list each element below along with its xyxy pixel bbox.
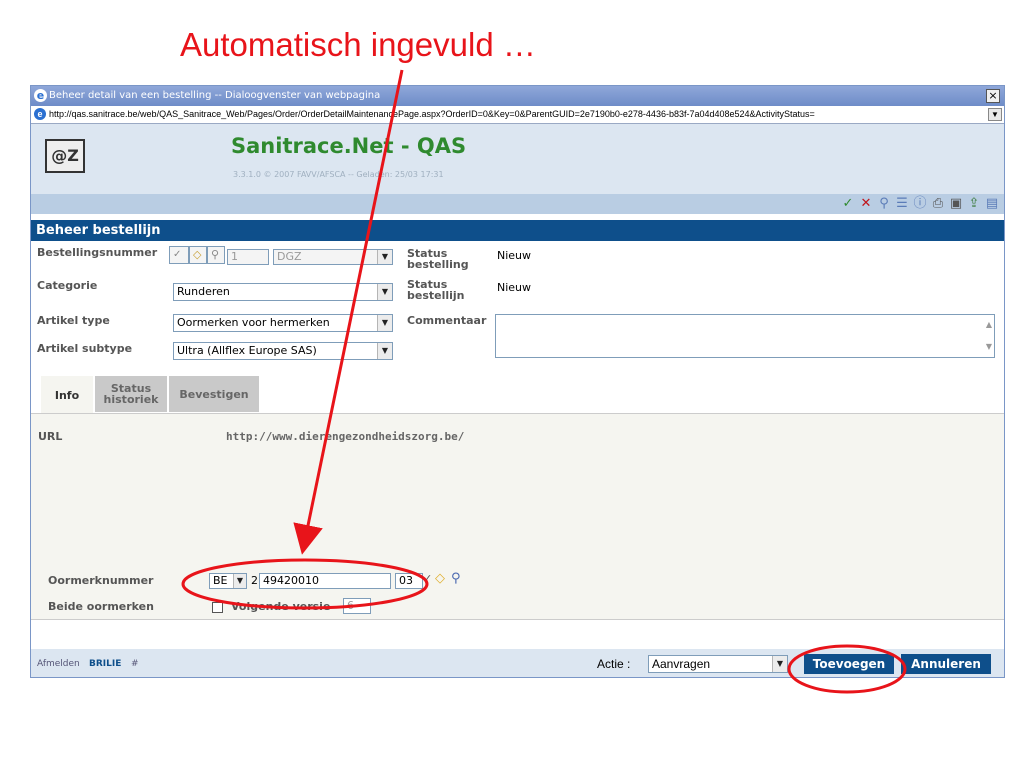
chevron-down-icon: ▼ <box>377 315 392 331</box>
user-name: BRILIE <box>89 659 122 669</box>
volgende-versie-input[interactable]: 6 <box>343 598 371 614</box>
volgende-versie-label: Volgende versie <box>231 600 331 613</box>
info-panel: URL http://www.dierengezondheidszorg.be/… <box>31 413 1004 620</box>
window-titlebar: e Beheer detail van een bestelling -- Di… <box>31 86 1004 106</box>
afmelden-link[interactable]: Afmelden <box>37 659 80 669</box>
tab-bevestigen[interactable]: Bevestigen <box>169 376 259 412</box>
chevron-down-icon: ▼ <box>233 574 246 588</box>
actie-label: Actie : <box>597 657 631 671</box>
footer-bar: Afmelden BRILIE # Actie : Aanvragen ▼ To… <box>31 649 1004 677</box>
beide-oormerken-label: Beide oormerken <box>48 600 154 613</box>
status-bestellijn-label: Status bestellijn <box>407 278 465 302</box>
oormerk-suffix-input[interactable]: 03 <box>395 573 423 589</box>
section-title: Beheer bestellijn <box>31 220 1004 241</box>
tab-status-historiek[interactable]: Status historiek <box>95 376 167 412</box>
country-value: BE <box>213 574 228 587</box>
url-link[interactable]: http://www.dierengezondheidszorg.be/ <box>226 430 464 443</box>
commentaar-textarea[interactable]: ▲ ▼ <box>495 314 995 358</box>
dialog-window: e Beheer detail van een bestelling -- Di… <box>30 85 1005 678</box>
search-icon[interactable]: ⚲ <box>207 246 225 264</box>
status-bestelling-label: Status bestelling <box>407 247 469 271</box>
status-bestellijn-value: Nieuw <box>497 281 532 294</box>
close-button[interactable]: × <box>986 89 1000 103</box>
artikel-type-label: Artikel type <box>37 314 110 327</box>
oormerknummer-label: Oormerknummer <box>48 574 154 587</box>
status-bestelling-value: Nieuw <box>497 249 532 262</box>
actie-value: Aanvragen <box>652 657 711 671</box>
categorie-value: Runderen <box>177 285 230 298</box>
chevron-down-icon: ▼ <box>377 284 392 300</box>
print-icon[interactable]: ⎙ <box>930 196 946 212</box>
toolbar: ✓ ✕ ⚲ ☰ ⓘ ⎙ ▣ ⇪ ▤ <box>31 194 1004 214</box>
artikel-type-select[interactable]: Oormerken voor hermerken ▼ <box>173 314 393 332</box>
toevoegen-button[interactable]: Toevoegen <box>804 654 894 674</box>
artikel-subtype-value: Ultra (Allflex Europe SAS) <box>177 344 317 357</box>
artikel-type-value: Oormerken voor hermerken <box>177 316 330 329</box>
chevron-down-icon: ▼ <box>377 250 392 264</box>
artikel-subtype-label: Artikel subtype <box>37 342 133 355</box>
oormerk-number-input[interactable]: 49420010 <box>259 573 391 589</box>
app-title: Sanitrace.Net - QAS <box>231 134 467 158</box>
country-select[interactable]: BE ▼ <box>209 573 247 589</box>
commentaar-label: Commentaar <box>407 314 487 327</box>
app-logo: @Z <box>45 139 85 173</box>
address-bar[interactable]: e http://qas.sanitrace.be/web/QAS_Sanitr… <box>31 106 1004 124</box>
annuleren-button[interactable]: Annuleren <box>901 654 991 674</box>
export-icon[interactable]: ⇪ <box>966 196 982 212</box>
info-icon[interactable]: ⓘ <box>912 196 928 212</box>
list-icon[interactable]: ☰ <box>894 196 910 212</box>
tab-bar: Info Status historiek Bevestigen <box>41 376 259 414</box>
save-icon[interactable]: ▣ <box>948 196 964 212</box>
search-icon[interactable]: ⚲ <box>451 571 461 586</box>
categorie-label: Categorie <box>37 279 98 292</box>
search-icon[interactable]: ⚲ <box>876 196 892 212</box>
app-banner: @Z Sanitrace.Net - QAS 3.3.1.0 © 2007 FA… <box>31 124 1004 194</box>
actie-select[interactable]: Aanvragen ▼ <box>648 655 788 673</box>
url-label: URL <box>38 430 63 443</box>
artikel-subtype-select[interactable]: Ultra (Allflex Europe SAS) ▼ <box>173 342 393 360</box>
tab-info[interactable]: Info <box>41 376 93 414</box>
chevron-down-icon: ▼ <box>772 656 787 672</box>
hash-link[interactable]: # <box>131 659 139 669</box>
cross-icon[interactable]: ✕ <box>858 196 874 212</box>
page-icon: e <box>34 108 46 120</box>
check-digit: 2 <box>251 574 258 587</box>
window-title: Beheer detail van een bestelling -- Dial… <box>49 90 381 101</box>
bestellingsnummer-label: Bestellingsnummer <box>37 246 158 259</box>
slide: Automatisch ingevuld … e Beheer detail v… <box>0 0 1024 768</box>
scroll-down-icon[interactable]: ▼ <box>986 339 992 355</box>
app-subtitle: 3.3.1.0 © 2007 FAVV/AFSCA -- Geladen: 25… <box>233 170 444 179</box>
scroll-up-icon[interactable]: ▲ <box>986 317 992 333</box>
bestelling-type-select[interactable]: DGZ ▼ <box>273 249 393 265</box>
check-icon[interactable]: ✓ <box>169 246 189 264</box>
chevron-down-icon: ▼ <box>377 343 392 359</box>
annotation-headline: Automatisch ingevuld … <box>180 26 536 63</box>
beide-oormerken-checkbox[interactable] <box>212 602 223 613</box>
bestellingsnummer-input[interactable]: 1 <box>227 249 269 265</box>
url-text: http://qas.sanitrace.be/web/QAS_Sanitrac… <box>49 109 815 119</box>
categorie-select[interactable]: Runderen ▼ <box>173 283 393 301</box>
address-dropdown-button[interactable]: ▼ <box>988 108 1002 121</box>
check-icon[interactable]: ✓ <box>423 572 432 585</box>
folder-icon[interactable]: ◇ <box>189 246 207 264</box>
browser-icon: e <box>34 89 47 102</box>
folder-icon[interactable]: ◇ <box>435 571 445 586</box>
note-icon[interactable]: ▤ <box>984 196 1000 212</box>
bestelling-type-value: DGZ <box>277 250 302 263</box>
check-icon[interactable]: ✓ <box>840 196 856 212</box>
